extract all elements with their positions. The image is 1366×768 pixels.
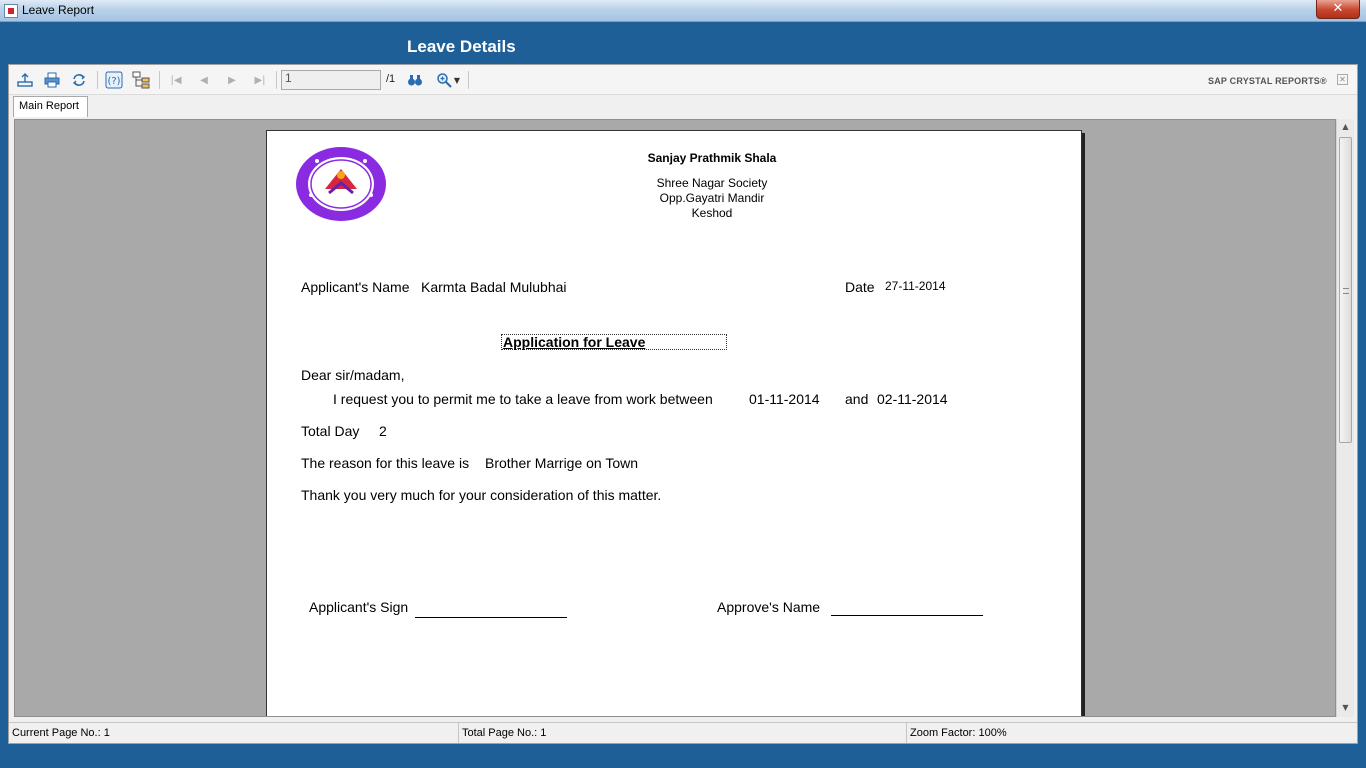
- last-page-button[interactable]: ▶|: [250, 70, 270, 90]
- status-bar: Current Page No.: 1 Total Page No.: 1 Zo…: [9, 722, 1357, 743]
- viewer-toolbar: (?) |◀ ◀ ▶ ▶| 1 /1 ▼ SAP CRYSTAL REPORTS…: [9, 65, 1357, 95]
- page-total-label: /1: [386, 73, 396, 85]
- print-icon: [44, 72, 60, 88]
- thanks-text: Thank you very much for your considerati…: [301, 487, 662, 503]
- page-heading: Leave Details: [407, 37, 516, 56]
- subject-title: Application for Leave: [501, 334, 727, 350]
- current-page-status: Current Page No.: 1: [9, 723, 459, 743]
- school-logo-icon: [296, 147, 386, 221]
- scroll-down-icon[interactable]: ▼: [1337, 700, 1354, 716]
- previous-page-icon: ◀: [200, 74, 208, 86]
- previous-page-button[interactable]: ◀: [194, 70, 214, 90]
- tab-main-report[interactable]: Main Report: [13, 96, 88, 117]
- svg-text:(?): (?): [107, 76, 120, 87]
- total-day-label: Total Day: [301, 423, 360, 439]
- export-icon: [17, 73, 33, 87]
- app-icon: [4, 4, 18, 18]
- close-icon: ✕: [1332, 1, 1344, 16]
- reason-value: Brother Marrige on Town: [485, 455, 639, 471]
- reason-label: The reason for this leave is: [301, 455, 470, 471]
- report-page: Sanjay Prathmik Shala Shree Nagar Societ…: [266, 130, 1082, 716]
- report-canvas: Sanjay Prathmik Shala Shree Nagar Societ…: [14, 119, 1336, 717]
- toolbar-separator: [468, 71, 469, 89]
- window-title: Leave Report: [22, 3, 95, 17]
- last-page-icon: ▶|: [254, 74, 266, 86]
- applicant-sign-line: [415, 617, 567, 618]
- print-button[interactable]: [42, 70, 62, 90]
- help-icon: (?): [105, 71, 123, 89]
- and-label: and: [845, 391, 869, 407]
- date-label: Date: [845, 279, 875, 295]
- address-line-1: Shree Nagar Society: [656, 176, 768, 190]
- request-text: I request you to permit me to take a lea…: [333, 391, 713, 407]
- toolbar-separator: [97, 71, 98, 89]
- close-window-button[interactable]: ✕: [1316, 0, 1360, 19]
- brand-label: SAP CRYSTAL REPORTS®: [1208, 76, 1327, 86]
- tab-strip: Main Report: [9, 95, 1357, 119]
- next-page-button[interactable]: ▶: [222, 70, 242, 90]
- find-icon: [408, 75, 422, 86]
- export-button[interactable]: [15, 70, 35, 90]
- help-button[interactable]: (?): [104, 70, 124, 90]
- find-button[interactable]: [405, 70, 425, 90]
- refresh-button[interactable]: [69, 70, 89, 90]
- toolbar-separator: [159, 71, 160, 89]
- toggle-group-tree-button[interactable]: [131, 70, 151, 90]
- page-number-input[interactable]: 1: [281, 70, 381, 90]
- total-page-status: Total Page No.: 1: [459, 723, 907, 743]
- close-icon[interactable]: ✕: [1337, 74, 1348, 85]
- zoom-icon: [437, 73, 452, 88]
- toolbar-separator: [276, 71, 277, 89]
- group-tree-icon: [132, 71, 150, 89]
- school-name: Sanjay Prathmik Shala: [647, 151, 777, 165]
- to-date-value: 02-11-2014: [877, 391, 948, 407]
- from-date-value: 01-11-2014: [749, 391, 820, 407]
- chevron-down-icon: ▼: [453, 75, 461, 85]
- zoom-status: Zoom Factor: 100%: [910, 727, 1007, 739]
- header-band: Leave Details: [0, 22, 1366, 62]
- zoom-button[interactable]: ▼: [433, 70, 463, 90]
- title-bar: Leave Report ✕: [0, 0, 1366, 22]
- vertical-scrollbar[interactable]: ▲ ▼: [1336, 119, 1354, 717]
- first-page-icon: |◀: [170, 74, 182, 86]
- grip-icon: [1343, 288, 1349, 294]
- scroll-up-icon[interactable]: ▲: [1337, 119, 1354, 135]
- address-line-2: Opp.Gayatri Mandir: [659, 191, 765, 205]
- approve-name-line: [831, 615, 983, 616]
- scrollbar-thumb[interactable]: [1339, 137, 1352, 443]
- applicant-name-label: Applicant's Name: [301, 279, 410, 295]
- approve-name-label: Approve's Name: [717, 599, 821, 615]
- applicant-name-value: Karmta Badal Mulubhai: [421, 279, 567, 295]
- date-value: 27-11-2014: [885, 279, 946, 293]
- refresh-icon: [72, 74, 86, 86]
- address-line-3: Keshod: [691, 206, 733, 220]
- total-day-value: 2: [379, 423, 387, 439]
- applicant-sign-label: Applicant's Sign: [309, 599, 409, 615]
- first-page-button[interactable]: |◀: [166, 70, 186, 90]
- report-viewer: (?) |◀ ◀ ▶ ▶| 1 /1 ▼ SAP CRYSTAL REPORTS…: [8, 64, 1358, 744]
- next-page-icon: ▶: [228, 74, 236, 86]
- salutation: Dear sir/madam,: [301, 367, 405, 383]
